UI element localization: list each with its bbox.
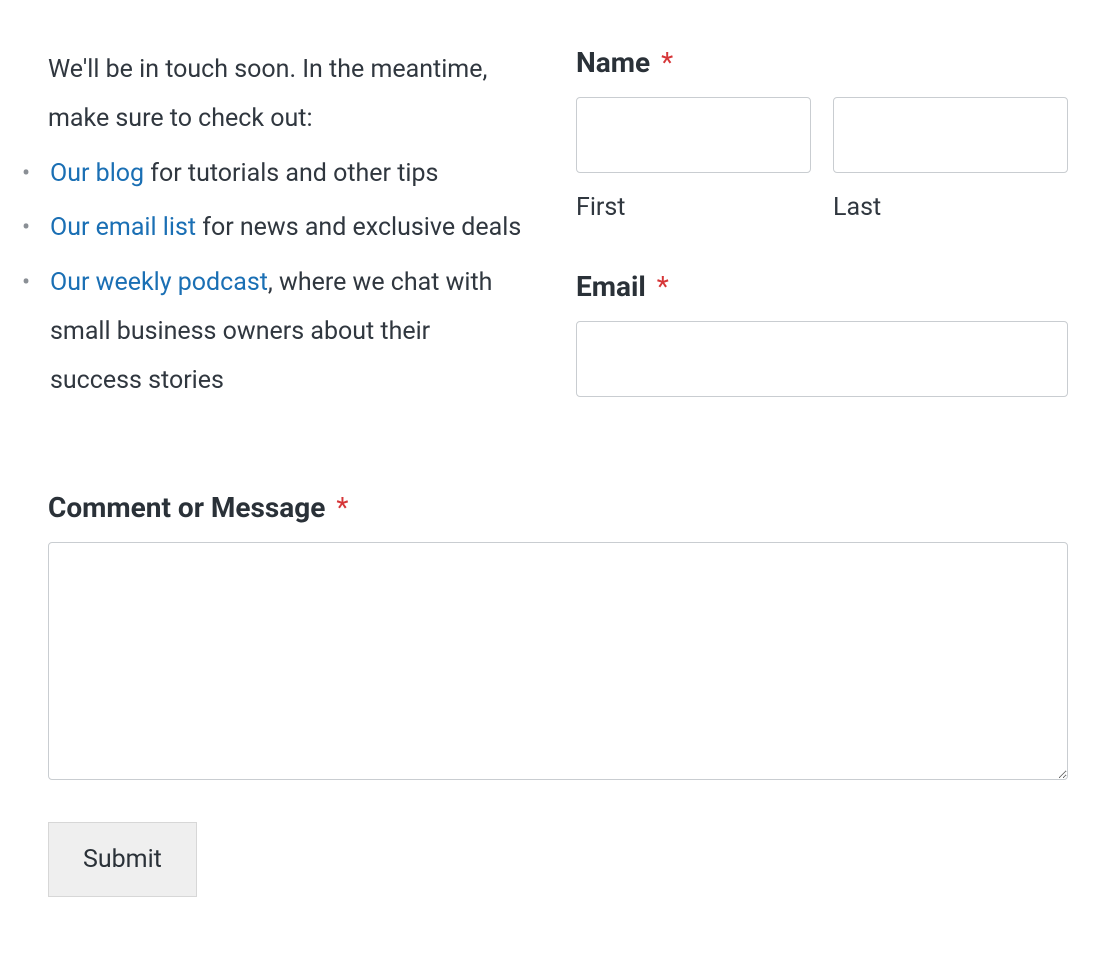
required-marker: *: [336, 491, 348, 524]
name-label-text: Name: [576, 46, 650, 79]
list-item-text: for tutorials and other tips: [144, 159, 438, 188]
list-item: Our weekly podcast, where we chat with s…: [50, 259, 528, 405]
email-input[interactable]: [576, 321, 1068, 397]
first-name-input[interactable]: [576, 97, 811, 173]
list-item: Our email list for news and exclusive de…: [50, 204, 528, 253]
name-label: Name *: [576, 46, 1068, 79]
list-item-text: for news and exclusive deals: [196, 213, 521, 242]
email-label: Email *: [576, 270, 1068, 303]
podcast-link[interactable]: Our weekly podcast: [50, 268, 268, 297]
submit-button[interactable]: Submit: [48, 822, 197, 897]
last-name-input[interactable]: [833, 97, 1068, 173]
required-marker: *: [661, 46, 673, 79]
comment-textarea[interactable]: [48, 542, 1068, 780]
comment-label: Comment or Message *: [48, 491, 1068, 524]
last-name-sublabel: Last: [833, 193, 1068, 222]
email-label-text: Email: [576, 270, 646, 303]
comment-label-text: Comment or Message: [48, 491, 325, 524]
blog-link[interactable]: Our blog: [50, 159, 144, 188]
list-item: Our blog for tutorials and other tips: [50, 150, 528, 199]
email-list-link[interactable]: Our email list: [50, 213, 196, 242]
intro-text: We'll be in touch soon. In the meantime,…: [48, 46, 528, 144]
first-name-sublabel: First: [576, 193, 811, 222]
required-marker: *: [657, 270, 669, 303]
